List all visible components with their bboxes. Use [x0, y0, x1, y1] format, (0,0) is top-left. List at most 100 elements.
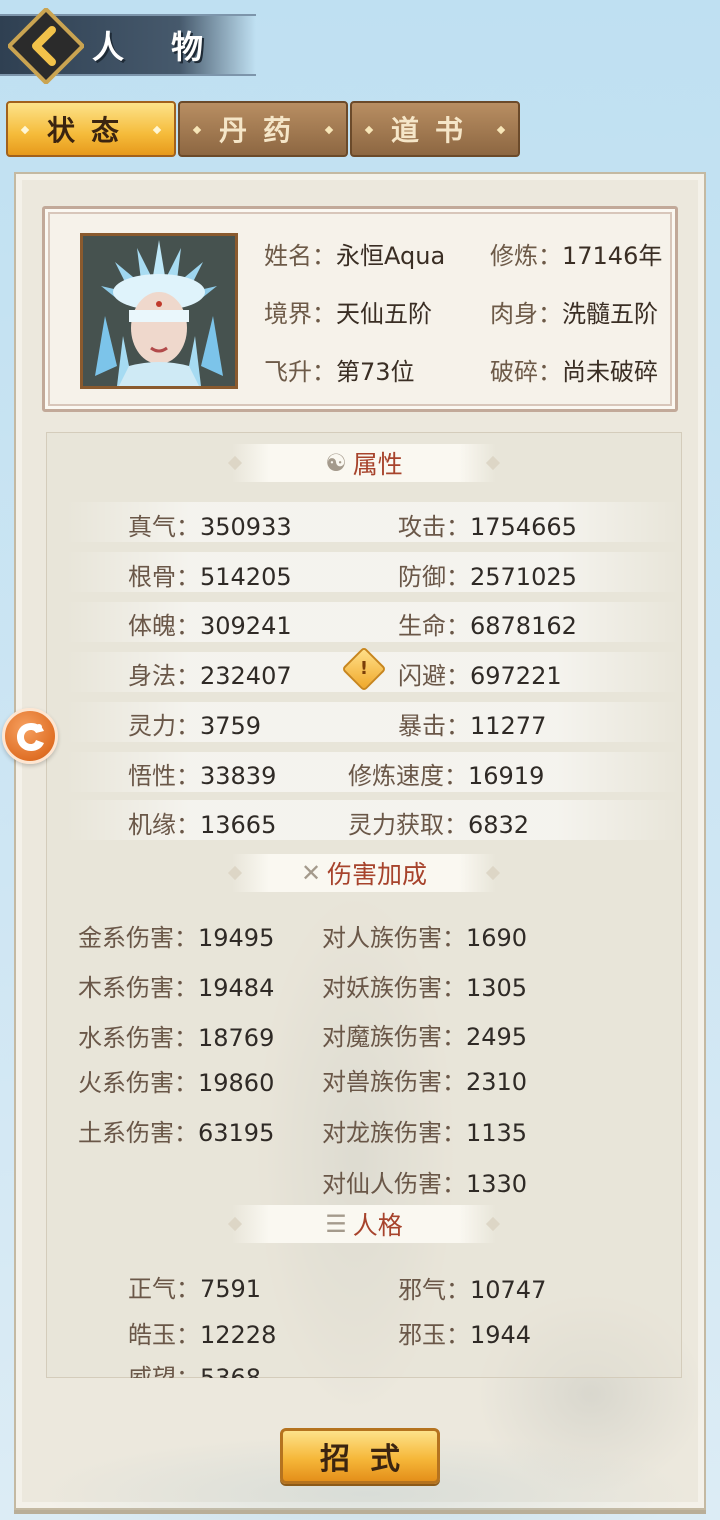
stat-value: 6878162	[470, 612, 577, 640]
name-key: 姓名：	[264, 242, 336, 270]
stat-xieyu: 邪玉：1944	[398, 1315, 531, 1350]
stat-key: 对魔族伤害：	[322, 1023, 466, 1051]
ascend-field: 飞升：第73位	[264, 352, 415, 387]
stat-attack: 攻击：1754665	[398, 507, 577, 542]
stat-key: 身法：	[128, 662, 200, 690]
stat-shenfa: 身法：232407	[128, 656, 292, 691]
stat-value: 6832	[468, 811, 530, 839]
name-field: 姓名：永恒Aqua	[264, 236, 445, 271]
stat-key: 水系伤害：	[78, 1024, 198, 1052]
stat-key: 真气：	[128, 513, 200, 541]
stat-key: 防御：	[398, 563, 470, 591]
stat-key: 机缘：	[128, 811, 200, 839]
section-header-attributes: ☯ 属性	[232, 444, 496, 482]
stat-value: 12228	[200, 1321, 277, 1349]
stat-key: 对人族伤害：	[322, 924, 466, 952]
stat-value: 2495	[466, 1023, 528, 1051]
back-button[interactable]	[6, 6, 86, 86]
cultivate-key: 修炼：	[490, 242, 562, 270]
stat-value: 2310	[466, 1068, 528, 1096]
stat-value: 19860	[198, 1069, 275, 1097]
shatter-field: 破碎：尚未破碎	[490, 352, 658, 387]
stat-value: 1754665	[470, 513, 577, 541]
stat-value: 309241	[200, 612, 292, 640]
skills-button[interactable]: 招式	[280, 1428, 440, 1484]
stat-key: 暴击：	[398, 712, 470, 740]
stat-value: 1135	[466, 1119, 528, 1147]
scroll-clip: 威望：5368	[128, 1356, 428, 1378]
tab-label: 道书	[390, 114, 479, 147]
tab-elixir[interactable]: 丹药	[178, 101, 348, 157]
tab-daoshu[interactable]: 道书	[350, 101, 520, 157]
shatter-value: 尚未破碎	[562, 358, 658, 386]
avatar-portrait-icon	[83, 236, 235, 386]
stat-human-damage: 对人族伤害：1690	[322, 918, 527, 953]
panel-bottom-border	[14, 1510, 706, 1514]
yin-yang-icon: ☯	[325, 449, 347, 477]
stat-key: 闪避：	[398, 662, 470, 690]
stat-crit: 暴击：11277	[398, 706, 546, 741]
tab-ornament-right	[152, 125, 162, 135]
stat-key: 土系伤害：	[78, 1119, 198, 1147]
stat-demon-race-damage: 对妖族伤害：1305	[322, 968, 527, 1003]
stat-key: 木系伤害：	[78, 974, 198, 1002]
stat-zhenqi: 真气：350933	[128, 507, 292, 542]
stat-dragon-damage: 对龙族伤害：1135	[322, 1113, 527, 1148]
stat-key: 金系伤害：	[78, 924, 198, 952]
tab-label: 状态	[46, 114, 135, 147]
realm-key: 境界：	[264, 300, 336, 328]
stat-jiyuan: 机缘：13665	[128, 805, 276, 840]
stat-value: 10747	[470, 1276, 547, 1304]
shatter-key: 破碎：	[490, 358, 562, 386]
body-key: 肉身：	[490, 300, 562, 328]
section-title: 伤害加成	[327, 860, 428, 889]
stat-tipo: 体魄：309241	[128, 606, 292, 641]
floating-assistant-button[interactable]	[2, 708, 58, 764]
stat-value: 350933	[200, 513, 292, 541]
body-field: 肉身：洗髓五阶	[490, 294, 658, 329]
stat-key: 威望：	[128, 1364, 200, 1378]
stat-immortal-damage: 对仙人伤害：1330	[322, 1164, 527, 1199]
stat-water-damage: 水系伤害：18769	[78, 1018, 274, 1053]
skills-button-label: 招式	[320, 1442, 420, 1477]
stat-value: 3759	[200, 712, 262, 740]
stat-value: 19495	[198, 924, 275, 952]
tab-ornament-left	[192, 125, 202, 135]
stat-key: 灵力：	[128, 712, 200, 740]
stat-weiwang: 威望：5368	[128, 1358, 261, 1378]
stat-beast-damage: 对兽族伤害：2310	[322, 1062, 527, 1097]
tab-ornament-left	[20, 125, 30, 135]
stat-key: 正气：	[128, 1275, 200, 1303]
stat-value: 1330	[466, 1170, 528, 1198]
body-value: 洗髓五阶	[562, 300, 658, 328]
stat-key: 邪玉：	[398, 1321, 470, 1349]
stat-key: 对仙人伤害：	[322, 1170, 466, 1198]
stat-value: 1305	[466, 974, 528, 1002]
realm-value: 天仙五阶	[336, 300, 432, 328]
stat-gengu: 根骨：514205	[128, 557, 292, 592]
tab-status[interactable]: 状态	[6, 101, 176, 157]
stat-lingli-gain: 灵力获取：6832	[348, 805, 529, 840]
character-avatar[interactable]	[80, 233, 238, 389]
stat-key: 对妖族伤害：	[322, 974, 466, 1002]
stat-devil-damage: 对魔族伤害：2495	[322, 1017, 527, 1052]
stat-key: 悟性：	[128, 762, 200, 790]
scroll-icon: ☰	[325, 1210, 347, 1238]
stat-value: 63195	[198, 1119, 275, 1147]
stat-metal-damage: 金系伤害：19495	[78, 918, 274, 953]
stat-hp: 生命：6878162	[398, 606, 577, 641]
stat-value: 11277	[470, 712, 547, 740]
stat-value: 514205	[200, 563, 292, 591]
cultivate-value: 17146年	[562, 242, 663, 270]
stat-key: 修炼速度：	[348, 762, 468, 790]
cultivate-field: 修炼：17146年	[490, 236, 662, 271]
stat-value: 2571025	[470, 563, 577, 591]
warning-glyph: !	[359, 658, 369, 679]
stat-wuxing: 悟性：33839	[128, 756, 276, 791]
stat-key: 火系伤害：	[78, 1069, 198, 1097]
stat-value: 232407	[200, 662, 292, 690]
stat-fire-damage: 火系伤害：19860	[78, 1063, 274, 1098]
stat-zhengqi: 正气：7591	[128, 1269, 261, 1304]
stat-value: 33839	[200, 762, 277, 790]
tab-ornament-left	[364, 125, 374, 135]
